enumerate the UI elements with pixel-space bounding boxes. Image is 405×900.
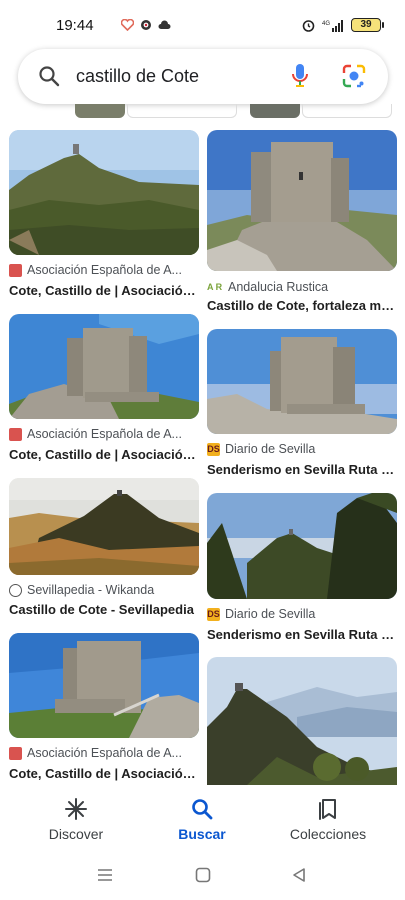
result-title[interactable]: Cote, Castillo de | Asociación ...	[9, 283, 199, 298]
discover-asterisk-icon	[65, 798, 87, 820]
image-result-6[interactable]: DS Diario de Sevilla Senderismo en Sevil…	[207, 493, 397, 643]
nav-search[interactable]: Buscar	[142, 785, 262, 850]
status-time: 19:44	[56, 17, 94, 34]
search-input[interactable]: castillo de Cote	[76, 66, 199, 87]
result-thumbnail[interactable]	[207, 657, 397, 785]
result-title[interactable]: Castillo de Cote, fortaleza mil...	[207, 298, 397, 313]
status-bar: 19:44 4G 39	[0, 0, 405, 48]
result-title[interactable]: Senderismo en Sevilla Ruta d...	[207, 462, 397, 477]
mic-icon[interactable]	[290, 63, 310, 89]
andalucia-rustica-favicon-icon: A R	[207, 282, 223, 292]
result-thumbnail[interactable]	[207, 130, 397, 271]
result-thumbnail[interactable]	[9, 478, 199, 575]
result-thumbnail[interactable]	[207, 493, 397, 599]
image-result-5[interactable]: Sevillapedia - Wikanda Castillo de Cote …	[9, 478, 199, 623]
search-icon[interactable]	[38, 65, 60, 87]
battery-indicator: 39	[351, 18, 384, 32]
image-result-4[interactable]: DS Diario de Sevilla Senderismo en Sevil…	[207, 329, 397, 479]
result-source[interactable]: Asociación Española de A...	[9, 746, 199, 760]
result-thumbnail[interactable]	[207, 329, 397, 434]
image-result-8[interactable]	[207, 657, 397, 785]
svg-text:4G: 4G	[322, 21, 330, 27]
result-source[interactable]: DS Diario de Sevilla	[207, 607, 397, 621]
aea-favicon-icon	[9, 427, 22, 441]
bottom-navigation: Discover Buscar Colecciones	[0, 785, 405, 850]
nav-discover[interactable]: Discover	[16, 785, 136, 850]
aea-favicon-icon	[9, 746, 22, 760]
app-circle-icon	[141, 20, 151, 30]
search-bar[interactable]: castillo de Cote	[18, 49, 388, 104]
cloud-icon	[158, 20, 171, 29]
result-title[interactable]: Senderismo en Sevilla Ruta d...	[207, 627, 397, 642]
result-title[interactable]: Cote, Castillo de | Asociación ...	[9, 447, 199, 462]
status-notification-icons	[121, 19, 171, 31]
diario-de-sevilla-favicon-icon: DS	[207, 442, 220, 456]
image-result-7[interactable]: Asociación Española de A... Cote, Castil…	[9, 633, 199, 783]
globe-icon	[9, 583, 22, 597]
result-source[interactable]: Asociación Española de A...	[9, 263, 199, 277]
image-result-2[interactable]: A R Andalucia Rustica Castillo de Cote, …	[207, 130, 397, 315]
menu-lines-icon[interactable]	[97, 868, 113, 882]
google-lens-icon[interactable]	[341, 63, 367, 89]
result-source[interactable]: A R Andalucia Rustica	[207, 280, 397, 294]
result-source[interactable]: Sevillapedia - Wikanda	[9, 583, 199, 597]
search-icon	[192, 799, 213, 820]
result-thumbnail[interactable]	[9, 314, 199, 419]
nav-collections[interactable]: Colecciones	[268, 785, 388, 850]
result-source[interactable]: DS Diario de Sevilla	[207, 442, 397, 456]
alarm-icon	[302, 19, 315, 32]
aea-favicon-icon	[9, 263, 22, 277]
health-icon	[121, 19, 134, 31]
status-system-icons: 4G 39	[302, 18, 384, 32]
nav-collections-label: Colecciones	[289, 826, 367, 842]
signal-icon: 4G	[322, 19, 343, 32]
nav-search-label: Buscar	[178, 826, 226, 842]
image-result-1[interactable]: Asociación Española de A... Cote, Castil…	[9, 130, 199, 300]
result-title[interactable]: Castillo de Cote - Sevillapedia	[9, 602, 199, 617]
image-result-3[interactable]: Asociación Española de A... Cote, Castil…	[9, 314, 199, 464]
diario-de-sevilla-favicon-icon: DS	[207, 607, 220, 621]
nav-discover-label: Discover	[48, 826, 104, 842]
system-navigation-bar	[0, 850, 405, 900]
result-thumbnail[interactable]	[9, 130, 199, 255]
result-title[interactable]: Cote, Castillo de | Asociación ...	[9, 766, 199, 781]
back-triangle-icon[interactable]	[291, 867, 307, 883]
result-thumbnail[interactable]	[9, 633, 199, 738]
result-source[interactable]: Asociación Española de A...	[9, 427, 199, 441]
home-square-icon[interactable]	[195, 867, 211, 883]
previous-results-strip	[0, 104, 405, 122]
collections-bookmark-icon	[319, 799, 336, 820]
